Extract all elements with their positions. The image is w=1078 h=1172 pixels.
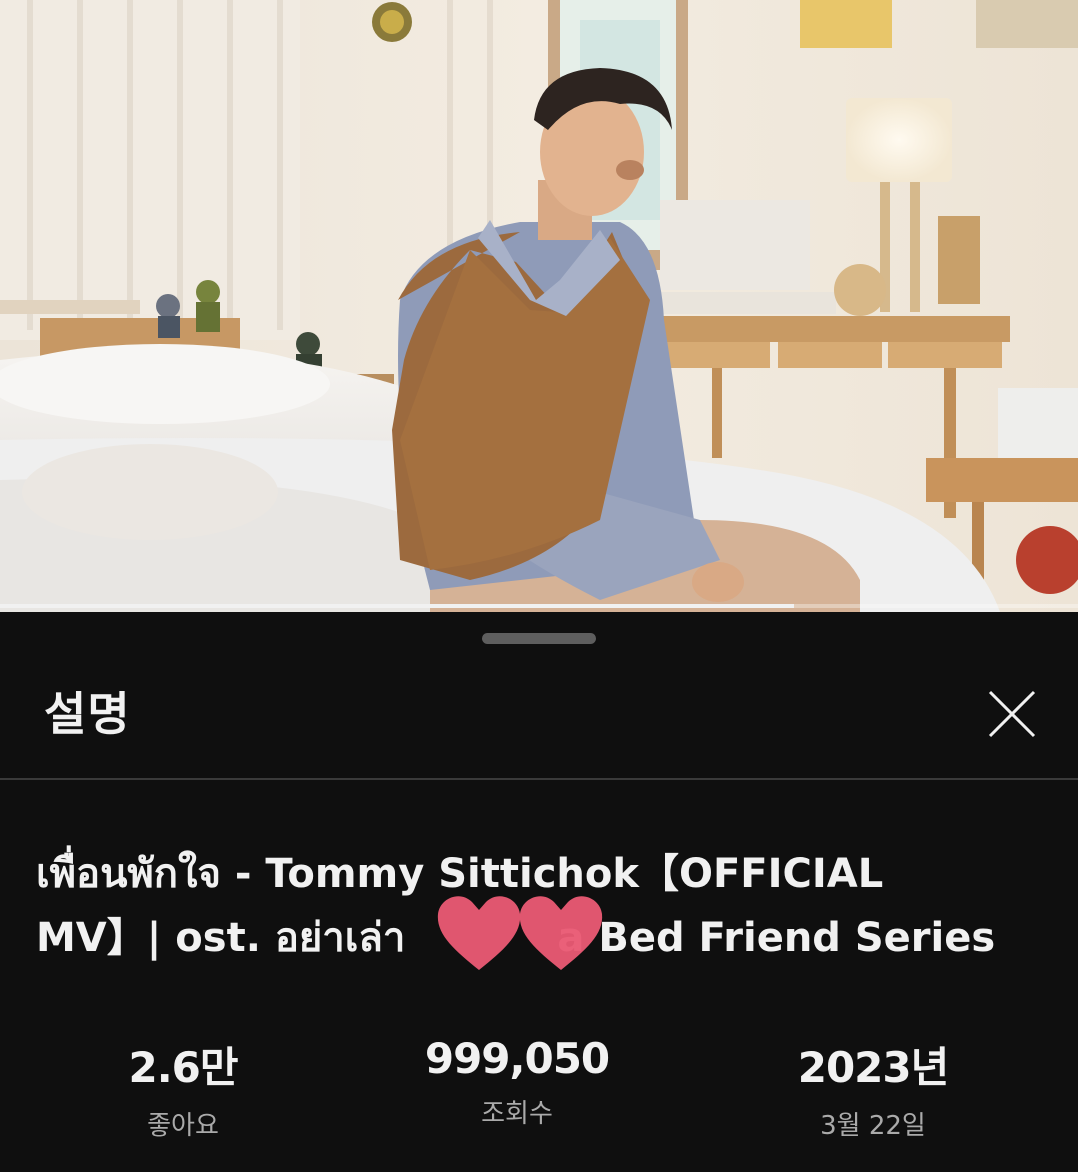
description-panel: 설명 เพื่อนพักใจ - Tommy Sittichok【OFFICIA…: [0, 612, 1078, 1172]
heart-sticker-icon: [519, 896, 603, 970]
heart-sticker-icon: [437, 896, 521, 970]
likes-label: 좋아요: [147, 1111, 219, 1141]
views-count: 999,050: [424, 1034, 610, 1083]
progress-bar[interactable]: [0, 604, 1078, 608]
divider: [0, 778, 1078, 780]
likes-count: 2.6만: [128, 1043, 238, 1092]
views-label: 조회수: [481, 1099, 553, 1129]
close-button[interactable]: [980, 682, 1044, 746]
video-title-line-2-start: MV】| ost. อย่าเล่า: [36, 915, 406, 961]
video-frame: [0, 0, 1078, 612]
views-stat: 999,050 조회수: [387, 1034, 647, 1130]
progress-bar-played: [0, 604, 795, 608]
upload-year: 2023년: [797, 1043, 950, 1092]
panel-title: 설명: [44, 687, 131, 741]
close-icon: [988, 690, 1036, 738]
video-player[interactable]: [0, 0, 1078, 612]
drag-handle[interactable]: [482, 633, 596, 644]
video-title-line-2-end: a Bed Friend Series: [557, 915, 996, 961]
date-stat: 2023년 3월 22일: [743, 1034, 1003, 1142]
likes-stat: 2.6만 좋아요: [53, 1034, 313, 1142]
upload-date: 3월 22일: [820, 1111, 926, 1141]
